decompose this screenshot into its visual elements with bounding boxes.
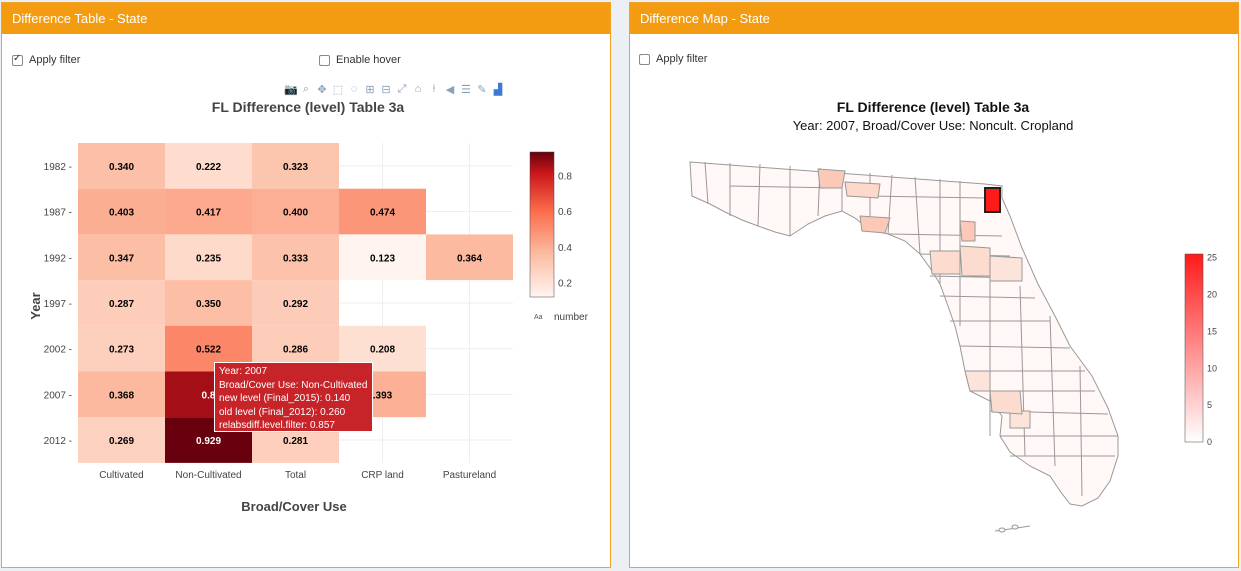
- cell-value-label: 0.340: [109, 162, 134, 173]
- cell-value-label: 0.333: [283, 253, 308, 264]
- x-tick-label: Total: [285, 470, 306, 481]
- tooltip-line: Broad/Cover Use: Non-Cultivated: [219, 379, 368, 391]
- cell-value-label: 0.929: [196, 436, 221, 447]
- county-highlight[interactable]: [989, 255, 1023, 282]
- map-colorbar-tick-label: 15: [1207, 326, 1217, 336]
- map-colorbar: [1184, 253, 1204, 443]
- cell-value-label: 0.350: [196, 299, 221, 310]
- cell-value-label: 0.273: [109, 345, 134, 356]
- cell-value-label: 0.368: [109, 390, 134, 401]
- panel-header: Difference Table - State: [2, 3, 610, 34]
- map-colorbar-tick-label: 0: [1207, 437, 1212, 447]
- cell-value-label: 0.123: [370, 253, 395, 264]
- y-tick-label: 2002 -: [44, 345, 72, 356]
- cell-value-label: 0.347: [109, 253, 134, 264]
- colorbar-tick-label: 0.2: [558, 279, 572, 290]
- tooltip-line: relabsdiff.level.filter: 0.857: [219, 420, 335, 431]
- county-highlight[interactable]: [959, 220, 976, 242]
- panel-header: Difference Map - State: [630, 3, 1238, 34]
- x-tick-label: Cultivated: [99, 470, 143, 481]
- y-axis-label: Year: [28, 292, 43, 319]
- heatmap-chart: FL Difference (level) Table 3a 0.340 0.22…: [28, 99, 589, 514]
- cell-value-label: 0.417: [196, 208, 221, 219]
- map-subtitle: Year: 2007, Broad/Cover Use: Noncult. Cr…: [793, 118, 1074, 133]
- y-tick-label: 1992 -: [44, 253, 72, 264]
- tooltip-line: Year: 2007: [219, 366, 268, 377]
- cell-value-label: 0.403: [109, 208, 134, 219]
- x-tick-label: Non-Cultivated: [175, 470, 241, 481]
- colorbar-tick-label: 0.6: [558, 207, 572, 218]
- y-tick-labels: 1982 - 1987 - 1992 - 1997 - 2002 - 2007 - 2012…: [44, 162, 72, 447]
- chart-title: FL Difference (level) Table 3a: [212, 99, 405, 115]
- cell-value-label: 0.208: [370, 345, 395, 356]
- map-colorbar-tick-label: 25: [1207, 253, 1217, 263]
- county-highlight[interactable]: [964, 370, 991, 392]
- county-highlight[interactable]: [844, 181, 881, 199]
- cell-value-label: 0.522: [196, 345, 221, 356]
- county-highlight[interactable]: [984, 187, 1001, 213]
- x-tick-label: CRP land: [361, 470, 404, 481]
- tooltip-line: new level (Final_2015): 0.140: [219, 393, 351, 404]
- y-tick-label: 1997 -: [44, 299, 72, 310]
- y-tick-label: 2012 -: [44, 436, 72, 447]
- cell-value-label: 0.400: [283, 208, 308, 219]
- cell-value-label: 0.235: [196, 253, 221, 264]
- county-highlight[interactable]: [859, 215, 891, 234]
- map-colorbar-tick-label: 10: [1207, 363, 1217, 373]
- x-axis-label: Broad/Cover Use: [241, 499, 346, 514]
- county-highlight[interactable]: [817, 168, 846, 189]
- cell-value-label: 0.474: [370, 208, 395, 219]
- map-colorbar-ticks: 25 20 15 10 5 0: [1207, 253, 1217, 447]
- choropleth-map: FL Difference (level) Table 3a Year: 200…: [689, 99, 1217, 533]
- cell-value-label: 0.286: [283, 345, 308, 356]
- cell-value-label: .393: [373, 390, 393, 401]
- x-tick-labels: Cultivated Non-Cultivated Total CRP land Pas…: [99, 470, 496, 481]
- colorbar-title: number: [554, 312, 589, 323]
- y-tick-label: 1987 -: [44, 208, 72, 219]
- hover-tooltip: Year: 2007 Broad/Cover Use: Non-Cultivat…: [214, 362, 373, 432]
- cell-value-label: 0.222: [196, 162, 221, 173]
- cell-value-label: 0.323: [283, 162, 308, 173]
- tooltip-line: old level (Final_2012): 0.260: [219, 406, 346, 418]
- cell-value-label: 0.281: [283, 436, 308, 447]
- y-tick-label: 1982 -: [44, 162, 72, 173]
- county-highlight[interactable]: [989, 390, 1023, 415]
- cell-value-label: 0.292: [283, 299, 308, 310]
- map-colorbar-tick-label: 5: [1207, 400, 1212, 410]
- cell-value-label: 0.269: [109, 436, 134, 447]
- colorbar-ticks: 0.8 0.6 0.4 0.2: [558, 171, 572, 289]
- colorbar-tick-label: 0.8: [558, 171, 572, 182]
- county-highlight[interactable]: [929, 250, 961, 275]
- colorbar: [529, 151, 555, 298]
- y-tick-label: 2007 -: [44, 390, 72, 401]
- florida-outline: [689, 161, 1119, 507]
- x-tick-label: Pastureland: [443, 470, 496, 481]
- map-colorbar-tick-label: 20: [1207, 290, 1217, 300]
- cell-value-label: 0.287: [109, 299, 134, 310]
- county-highlight[interactable]: [959, 245, 991, 277]
- florida-map: [689, 161, 1119, 533]
- map-title: FL Difference (level) Table 3a: [837, 99, 1030, 115]
- cell-value-label: 0.364: [457, 253, 482, 264]
- difference-table-panel: Difference Table - State Apply filter En…: [1, 2, 611, 568]
- legend-swatch-icon: Aa: [534, 314, 543, 321]
- colorbar-tick-label: 0.4: [558, 243, 572, 254]
- difference-map-panel: Difference Map - State Apply filter FL D…: [629, 2, 1239, 568]
